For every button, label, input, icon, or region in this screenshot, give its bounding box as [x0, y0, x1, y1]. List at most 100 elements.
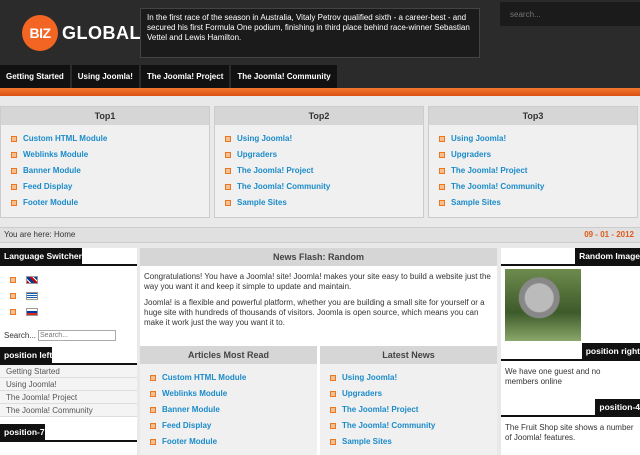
site-logo[interactable]: BIZ GLOBAL: [22, 15, 141, 51]
bullet-icon: [10, 293, 16, 299]
list-item[interactable]: Using Joomla!: [439, 131, 637, 147]
bullet-icon: [225, 200, 231, 206]
logo-text: GLOBAL: [62, 22, 141, 43]
main-content: News Flash: Random Congratulations! You …: [140, 248, 497, 455]
list-item[interactable]: Custom HTML Module: [11, 131, 209, 147]
list-item[interactable]: Upgraders: [225, 147, 423, 163]
position-left-title: position left: [0, 347, 53, 363]
nav-using-joomla[interactable]: Using Joomla!: [71, 65, 139, 88]
uk-flag-icon: [26, 276, 38, 284]
bullet-icon: [10, 309, 16, 315]
bullet-icon: [330, 407, 336, 413]
position-right-header: position right: [501, 343, 640, 361]
position-4-header: position-4: [501, 399, 640, 417]
side-menu-using-joomla[interactable]: Using Joomla!: [0, 378, 137, 391]
bullet-icon: [11, 168, 17, 174]
search-label: Search...: [4, 331, 37, 340]
list-item[interactable]: Sample Sites: [439, 195, 637, 211]
header: BIZ GLOBAL In the first race of the seas…: [0, 0, 640, 90]
side-menu-joomla-community[interactable]: The Joomla! Community: [0, 404, 137, 417]
bullet-icon: [330, 439, 336, 445]
most-read-title: Articles Most Read: [140, 346, 317, 364]
list-item[interactable]: Feed Display: [150, 418, 317, 434]
top-search-input[interactable]: [510, 7, 630, 21]
fruit-shop-text: The Fruit Shop site shows a number of Jo…: [505, 423, 634, 442]
list-item[interactable]: The Joomla! Community: [225, 179, 423, 195]
list-item[interactable]: The Joomla! Project: [225, 163, 423, 179]
list-item[interactable]: Custom HTML Module: [150, 370, 317, 386]
list-item[interactable]: Banner Module: [11, 163, 209, 179]
latest-news-title: Latest News: [320, 346, 497, 364]
divider: [0, 440, 137, 442]
random-image-title: Random Image: [575, 248, 640, 264]
bullet-icon: [330, 423, 336, 429]
nav-joomla-community[interactable]: The Joomla! Community: [231, 65, 337, 88]
list-item[interactable]: Upgraders: [330, 386, 497, 402]
list-item[interactable]: Banner Module: [150, 402, 317, 418]
top2-title: Top2: [215, 107, 423, 125]
bullet-icon: [150, 391, 156, 397]
list-item[interactable]: Feed Display: [11, 179, 209, 195]
newsflash-para-1: Congratulations! You have a Joomla! site…: [144, 272, 491, 291]
breadcrumb: You are here: Home 09 - 01 - 2012: [0, 227, 640, 243]
list-item[interactable]: Upgraders: [439, 147, 637, 163]
language-el[interactable]: [10, 288, 137, 304]
list-item[interactable]: The Joomla! Project: [330, 402, 497, 418]
top2-module: Top2 Using Joomla! Upgraders The Joomla!…: [214, 106, 424, 218]
logo-badge: BIZ: [22, 15, 58, 51]
russian-flag-icon: [26, 308, 38, 316]
koala-image[interactable]: [505, 269, 581, 341]
bullet-icon: [439, 168, 445, 174]
list-item[interactable]: Footer Module: [11, 195, 209, 211]
top3-module: Top3 Using Joomla! Upgraders The Joomla!…: [428, 106, 638, 218]
bullet-icon: [10, 277, 16, 283]
position-7-title: position-7: [0, 424, 45, 440]
list-item[interactable]: Using Joomla!: [225, 131, 423, 147]
bullet-icon: [225, 168, 231, 174]
breadcrumb-text: You are here: Home: [4, 230, 76, 239]
bullet-icon: [439, 136, 445, 142]
list-item[interactable]: Sample Sites: [225, 195, 423, 211]
newsflash-title: News Flash: Random: [140, 248, 497, 266]
list-item[interactable]: The Joomla! Community: [330, 418, 497, 434]
language-en[interactable]: [10, 272, 137, 288]
bullet-icon: [439, 184, 445, 190]
bottom-modules: Articles Most Read Custom HTML Module We…: [140, 346, 497, 455]
position-4-title: position-4: [595, 399, 640, 415]
orange-divider: [0, 88, 640, 96]
bullet-icon: [439, 200, 445, 206]
list-item[interactable]: Weblinks Module: [150, 386, 317, 402]
newsflash-body: Congratulations! You have a Joomla! site…: [140, 266, 497, 328]
nav-getting-started[interactable]: Getting Started: [0, 65, 70, 88]
list-item[interactable]: Weblinks Module: [11, 147, 209, 163]
bullet-icon: [330, 375, 336, 381]
top3-title: Top3: [429, 107, 637, 125]
list-item[interactable]: Using Joomla!: [330, 370, 497, 386]
list-item[interactable]: The Joomla! Project: [439, 163, 637, 179]
language-list: [0, 266, 137, 320]
left-search: Search...: [0, 324, 137, 341]
list-item[interactable]: The Joomla! Community: [439, 179, 637, 195]
top-search: [500, 2, 640, 26]
language-ru[interactable]: [10, 304, 137, 320]
language-switcher-title: Language Switcher: [0, 248, 82, 264]
divider: [501, 264, 640, 266]
list-item[interactable]: Footer Module: [150, 434, 317, 450]
newsflash-para-2: Joomla! is a flexible and powerful platf…: [144, 298, 485, 327]
whos-online-text: We have one guest and no members online: [505, 367, 601, 386]
bullet-icon: [150, 407, 156, 413]
bullet-icon: [150, 439, 156, 445]
latest-news-module: Latest News Using Joomla! Upgraders The …: [320, 346, 497, 455]
top1-title: Top1: [1, 107, 209, 125]
list-item[interactable]: Sample Sites: [330, 434, 497, 450]
bullet-icon: [150, 375, 156, 381]
bullet-icon: [11, 184, 17, 190]
side-menu-getting-started[interactable]: Getting Started: [0, 365, 137, 378]
bullet-icon: [439, 152, 445, 158]
left-search-input[interactable]: [38, 330, 117, 341]
side-menu-joomla-project[interactable]: The Joomla! Project: [0, 391, 137, 404]
position-7-header: position-7: [0, 424, 137, 442]
position-left-header: position left: [0, 347, 137, 365]
nav-joomla-project[interactable]: The Joomla! Project: [140, 65, 230, 88]
right-sidebar: Random Image position right We have one …: [501, 248, 640, 455]
